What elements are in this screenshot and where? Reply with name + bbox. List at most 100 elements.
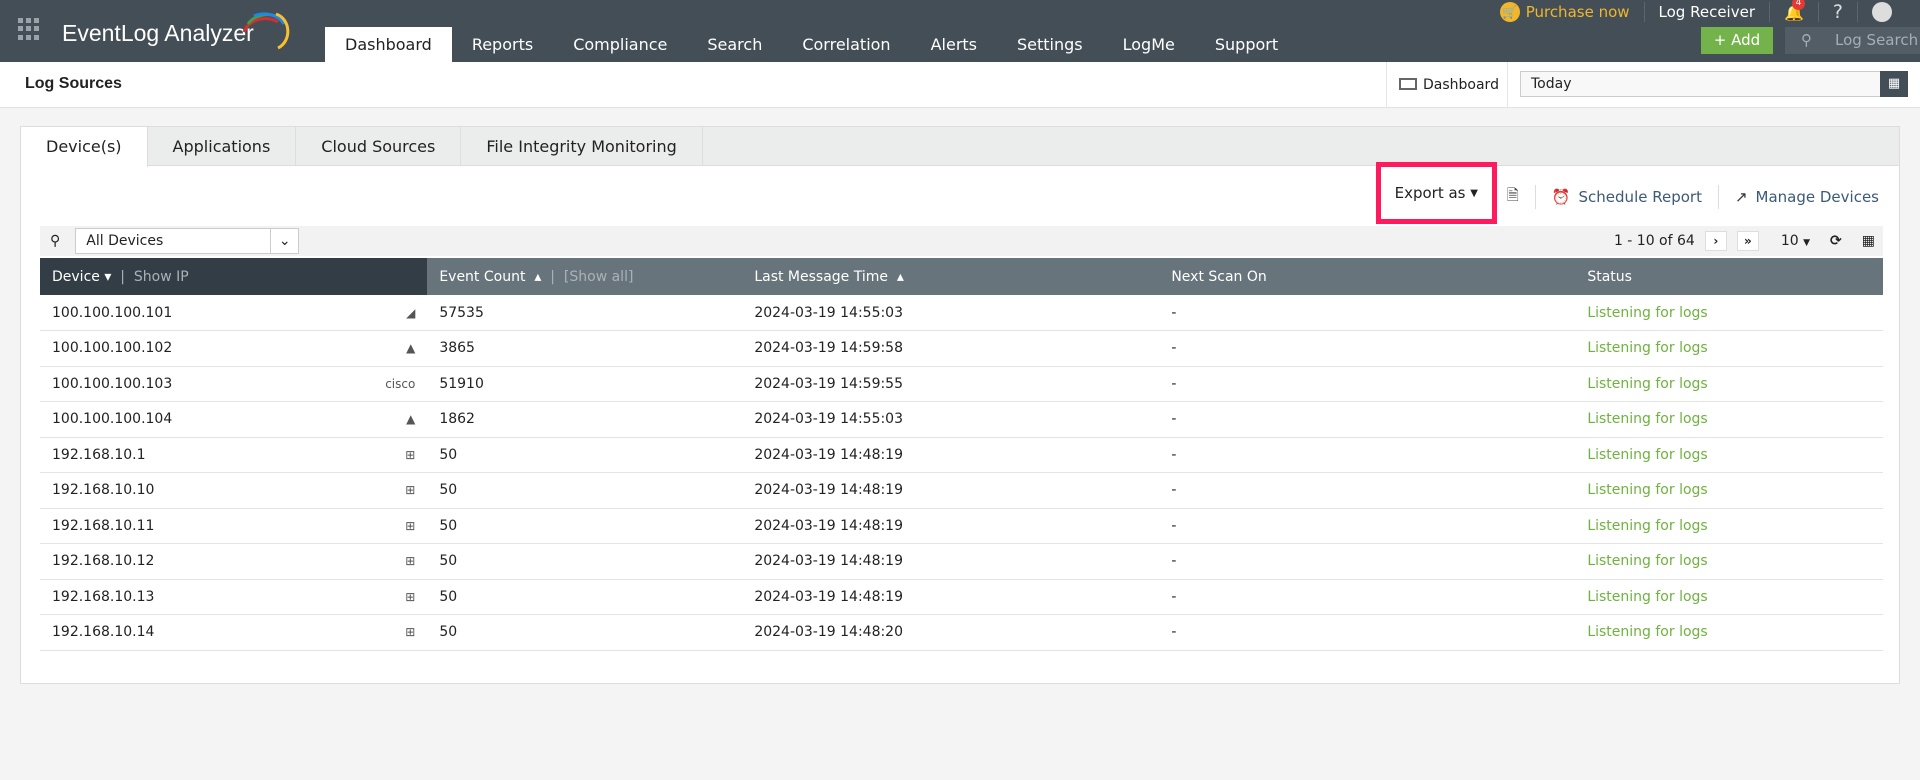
purchase-label: Purchase now [1525,3,1630,21]
device-filter-select[interactable]: All Devices ⌄ [75,228,300,254]
cisco-icon: cisco [347,366,428,402]
nav-settings[interactable]: Settings [997,27,1103,62]
next-scan-on: - [1159,401,1576,438]
event-count: 50 [427,579,743,615]
dashboard-link-label: Dashboard [1423,77,1499,93]
calendar-icon[interactable]: ▦ [1880,71,1908,97]
status: Listening for logs [1575,366,1883,402]
nav-compliance[interactable]: Compliance [553,27,687,62]
nav-reports[interactable]: Reports [452,27,553,62]
chevron-down-icon: ⌄ [270,229,298,253]
table-row: 192.168.10.13 ⊞ 50 2024-03-19 14:48:19 -… [40,579,1883,615]
device-name[interactable]: 192.168.10.13 [40,579,348,615]
status: Listening for logs [1575,401,1883,438]
next-scan-on: - [1159,472,1576,509]
last-message-time: 2024-03-19 14:59:55 [742,366,1160,402]
last-message-time: 2024-03-19 14:55:03 [742,401,1160,438]
top-header: EventLog Analyzer Dashboard Reports Comp… [0,0,1920,62]
next-scan-on: - [1159,543,1576,580]
device-name[interactable]: 100.100.100.102 [40,330,348,367]
log-search-button[interactable]: ⚲ Log Search [1785,27,1920,54]
export-as-button[interactable]: Export as ▼ [1375,162,1497,224]
cart-icon: 🛒 [1499,2,1520,22]
schedule-report-link[interactable]: ⏰ Schedule Report [1552,188,1702,206]
last-message-time: 2024-03-19 14:48:19 [742,472,1160,509]
main-nav: Dashboard Reports Compliance Search Corr… [325,27,1298,62]
table-row: 100.100.100.102 ▲ 3865 2024-03-19 14:59:… [40,330,1883,367]
refresh-icon[interactable]: ⟳ [1830,233,1842,249]
schedule-label: Schedule Report [1578,188,1702,206]
search-filter-icon[interactable]: ⚲ [50,233,60,249]
last-message-time: 2024-03-19 14:59:58 [742,330,1160,367]
show-ip-link[interactable]: Show IP [134,269,189,285]
table-row: 100.100.100.101 ◢ 57535 2024-03-19 14:55… [40,295,1883,331]
event-count: 50 [427,614,743,651]
tab-applications[interactable]: Applications [148,127,297,166]
source-tabs: Device(s) Applications Cloud Sources Fil… [21,127,1899,167]
tab-file-integrity-monitoring[interactable]: File Integrity Monitoring [461,127,703,166]
filter-row: ⚲ All Devices ⌄ 1 - 10 of 64 › » 10 ▼ ⟳ ▦ [40,226,1883,256]
device-name[interactable]: 192.168.10.1 [40,437,348,473]
sub-header: Log Sources Dashboard Today ▦ [0,62,1920,108]
next-scan-on: - [1159,508,1576,544]
generic-icon: ◢ [347,295,428,331]
date-range-input[interactable]: Today ▦ [1520,71,1908,97]
app-logo: EventLog Analyzer [62,20,254,46]
toolbar: Export as ▼ 🗎 ⏰ Schedule Report ↗ Manage D… [1375,162,1879,224]
status: Listening for logs [1575,579,1883,615]
col-next-scan-on[interactable]: Next Scan On [1159,258,1576,295]
device-name[interactable]: 192.168.10.14 [40,614,348,651]
last-message-time: 2024-03-19 14:48:20 [742,614,1160,651]
last-message-time: 2024-03-19 14:48:19 [742,437,1160,473]
nav-dashboard[interactable]: Dashboard [325,27,452,62]
page-range: 1 - 10 of 64 [1613,233,1695,249]
column-chooser-icon[interactable]: ▦ [1862,233,1875,249]
last-page-button[interactable]: » [1736,231,1759,251]
page-size-select[interactable]: 10 ▼ [1781,233,1810,249]
device-name[interactable]: 192.168.10.12 [40,543,348,580]
purchase-link[interactable]: 🛒 Purchase now [1499,2,1630,22]
status: Listening for logs [1575,543,1883,580]
table-row: 192.168.10.12 ⊞ 50 2024-03-19 14:48:19 -… [40,543,1883,580]
next-scan-on: - [1159,579,1576,615]
last-message-time: 2024-03-19 14:48:19 [742,508,1160,544]
device-name[interactable]: 192.168.10.10 [40,472,348,509]
nav-support[interactable]: Support [1195,27,1298,62]
dashboard-link[interactable]: Dashboard [1386,62,1508,108]
user-avatar-icon[interactable] [1872,2,1892,22]
external-link-icon: ↗ [1734,188,1748,206]
manage-devices-link[interactable]: ↗ Manage Devices [1735,188,1879,206]
scheduled-export-icon[interactable]: 🗎 [1507,185,1519,210]
col-device[interactable]: Device ▾ | Show IP [40,258,428,295]
device-name[interactable]: 192.168.10.11 [40,508,348,544]
event-count: 3865 [427,330,743,367]
last-message-time: 2024-03-19 14:55:03 [742,295,1160,331]
nav-correlation[interactable]: Correlation [782,27,910,62]
col-status[interactable]: Status [1575,258,1883,295]
linux-icon: ▲ [347,330,428,367]
col-last-message-time[interactable]: Last Message Time ▴ [742,258,1160,295]
top-right-links: 🛒 Purchase now Log Receiver 🔔 4 ? [1499,0,1920,24]
col-event-count[interactable]: Event Count ▴ | [Show all] [427,258,743,295]
tab-devices[interactable]: Device(s) [21,127,148,167]
windows-icon: ⊞ [347,437,428,473]
nav-logme[interactable]: LogMe [1103,27,1195,62]
windows-icon: ⊞ [347,543,428,580]
show-all-link[interactable]: [Show all] [564,269,634,285]
tab-cloud-sources[interactable]: Cloud Sources [296,127,462,166]
device-name[interactable]: 100.100.100.101 [40,295,348,331]
last-message-time: 2024-03-19 14:48:19 [742,579,1160,615]
nav-search[interactable]: Search [687,27,782,62]
event-count: 50 [427,543,743,580]
device-name[interactable]: 100.100.100.104 [40,401,348,438]
notifications-button[interactable]: 🔔 4 [1784,0,1805,22]
nav-alerts[interactable]: Alerts [911,27,997,62]
add-button[interactable]: + Add [1701,27,1773,54]
next-page-button[interactable]: › [1704,231,1727,251]
device-name[interactable]: 100.100.100.103 [40,366,348,402]
help-button[interactable]: ? [1833,1,1843,23]
alarm-clock-icon: ⏰ [1551,188,1571,206]
page-title: Log Sources [25,75,122,92]
app-grid-icon[interactable] [18,18,40,40]
log-receiver-link[interactable]: Log Receiver [1659,3,1755,21]
